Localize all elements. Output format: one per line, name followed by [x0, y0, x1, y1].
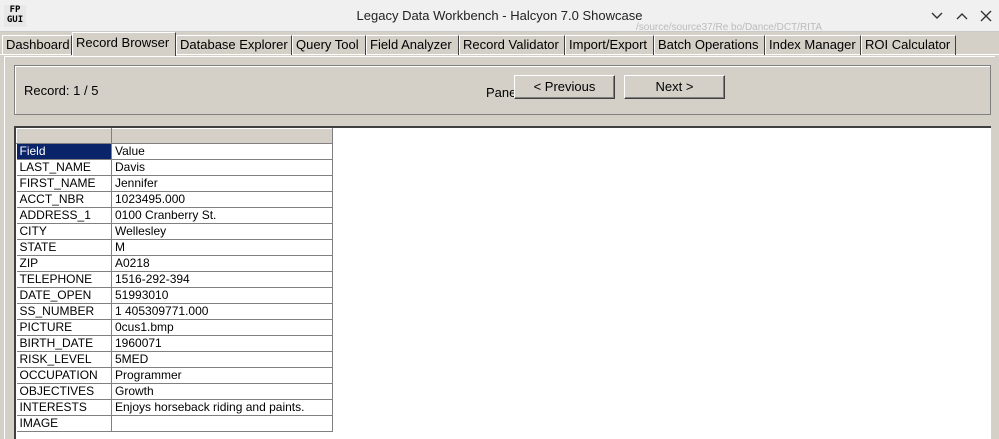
table-row[interactable]: INTERESTS Enjoys horseback riding and pai…: [16, 399, 333, 416]
field-name-cell[interactable]: INTERESTS: [16, 399, 112, 416]
table-row[interactable]: RISK_LEVEL 5MED: [16, 351, 333, 368]
navigation-panel: Record: 1 / 5 Pane < Previous Next >: [14, 65, 991, 115]
record-grid-area: Field Value LAST_NAME Davis FIRST_NAME Jennif…: [14, 126, 991, 439]
table-row[interactable]: BIRTH_DATE 1960071: [16, 335, 333, 352]
field-value-cell[interactable]: M: [111, 239, 333, 256]
table-row[interactable]: STATE M: [16, 239, 333, 256]
field-value-cell[interactable]: Programmer: [111, 367, 333, 384]
field-value-cell[interactable]: 5MED: [111, 351, 333, 368]
record-browser-panel: Record: 1 / 5 Pane < Previous Next > Fie…: [4, 56, 995, 439]
field-name-cell[interactable]: OBJECTIVES: [16, 383, 112, 400]
field-value-cell[interactable]: Wellesley: [111, 223, 333, 240]
tab-dashboard[interactable]: Dashboard: [2, 35, 72, 55]
next-button[interactable]: Next >: [624, 75, 725, 99]
field-name-cell[interactable]: LAST_NAME: [16, 159, 112, 176]
field-name-cell[interactable]: RISK_LEVEL: [16, 351, 112, 368]
field-value-cell[interactable]: Growth: [111, 383, 333, 400]
close-icon: [980, 10, 992, 22]
field-value-cell[interactable]: Enjoys horseback riding and paints.: [111, 399, 333, 416]
minimize-button[interactable]: [927, 6, 947, 26]
field-value-cell[interactable]: A0218: [111, 255, 333, 272]
field-value-cell[interactable]: 1 405309771.000: [111, 303, 333, 320]
window-title: Legacy Data Workbench - Halcyon 7.0 Show…: [356, 8, 643, 23]
field-value-cell[interactable]: 0cus1.bmp: [111, 319, 333, 336]
pane-label: Pane: [486, 85, 517, 100]
record-grid: Field Value LAST_NAME Davis FIRST_NAME Jennif…: [16, 128, 333, 432]
field-name-cell[interactable]: CITY: [16, 223, 112, 240]
field-name-cell[interactable]: OCCUPATION: [16, 367, 112, 384]
table-row[interactable]: SS_NUMBER 1 405309771.000: [16, 303, 333, 320]
tab-bar: Dashboard Record Browser Database Explor…: [0, 32, 999, 56]
field-name-cell[interactable]: IMAGE: [16, 415, 112, 432]
tab-batch-operations[interactable]: Batch Operations: [654, 35, 765, 55]
field-name-cell[interactable]: FIRST_NAME: [16, 175, 112, 192]
field-value-cell[interactable]: Davis: [111, 159, 333, 176]
field-name-cell[interactable]: SS_NUMBER: [16, 303, 112, 320]
field-value-cell[interactable]: 1516-292-394: [111, 271, 333, 288]
field-name-cell[interactable]: ACCT_NBR: [16, 191, 112, 208]
table-row[interactable]: ADDRESS_1 0100 Cranberry St.: [16, 207, 333, 224]
table-row[interactable]: PICTURE 0cus1.bmp: [16, 319, 333, 336]
tab-record-browser[interactable]: Record Browser: [72, 32, 176, 56]
title-bar: FP GUI /source/source37/Re bo/Dance/DCT/R…: [0, 0, 999, 32]
tab-field-analyzer[interactable]: Field Analyzer: [366, 35, 459, 55]
table-row[interactable]: OBJECTIVES Growth: [16, 383, 333, 400]
tab-import-export[interactable]: Import/Export: [565, 35, 654, 55]
chevron-up-icon: [956, 13, 968, 20]
tab-index-manager[interactable]: Index Manager: [765, 35, 861, 55]
record-counter: Record: 1 / 5: [24, 83, 99, 98]
field-value-cell[interactable]: Jennifer: [111, 175, 333, 192]
field-name-cell[interactable]: BIRTH_DATE: [16, 335, 112, 352]
maximize-button[interactable]: [952, 6, 972, 26]
field-value-cell[interactable]: [111, 415, 333, 432]
field-value-cell[interactable]: 51993010: [111, 287, 333, 304]
table-row[interactable]: LAST_NAME Davis: [16, 159, 333, 176]
table-row[interactable]: DATE_OPEN 51993010: [16, 287, 333, 304]
field-value-cell[interactable]: 1023495.000: [111, 191, 333, 208]
field-name-cell[interactable]: Field: [16, 143, 112, 160]
tab-roi-calculator[interactable]: ROI Calculator: [861, 35, 956, 55]
field-value-cell[interactable]: 1960071: [111, 335, 333, 352]
table-row[interactable]: ZIP A0218: [16, 255, 333, 272]
field-name-cell[interactable]: ADDRESS_1: [16, 207, 112, 224]
table-row[interactable]: ACCT_NBR 1023495.000: [16, 191, 333, 208]
table-row[interactable]: OCCUPATION Programmer: [16, 367, 333, 384]
table-row[interactable]: TELEPHONE 1516-292-394: [16, 271, 333, 288]
field-value-cell[interactable]: 0100 Cranberry St.: [111, 207, 333, 224]
field-name-cell[interactable]: STATE: [16, 239, 112, 256]
chevron-down-icon: [931, 12, 943, 19]
field-name-cell[interactable]: DATE_OPEN: [16, 287, 112, 304]
tab-query-tool[interactable]: Query Tool: [292, 35, 366, 55]
close-button[interactable]: [976, 6, 996, 26]
previous-button[interactable]: < Previous: [514, 75, 615, 99]
field-name-cell[interactable]: PICTURE: [16, 319, 112, 336]
grid-header-row: [16, 128, 333, 144]
table-row[interactable]: CITY Wellesley: [16, 223, 333, 240]
field-name-cell[interactable]: TELEPHONE: [16, 271, 112, 288]
grid-column-header[interactable]: [111, 128, 333, 144]
table-row[interactable]: Field Value: [16, 143, 333, 160]
grid-column-header[interactable]: [16, 128, 112, 144]
field-value-cell[interactable]: Value: [111, 143, 333, 160]
tab-record-validator[interactable]: Record Validator: [459, 35, 565, 55]
field-name-cell[interactable]: ZIP: [16, 255, 112, 272]
table-row[interactable]: FIRST_NAME Jennifer: [16, 175, 333, 192]
table-row[interactable]: IMAGE: [16, 415, 333, 432]
tab-database-explorer[interactable]: Database Explorer: [176, 35, 292, 55]
